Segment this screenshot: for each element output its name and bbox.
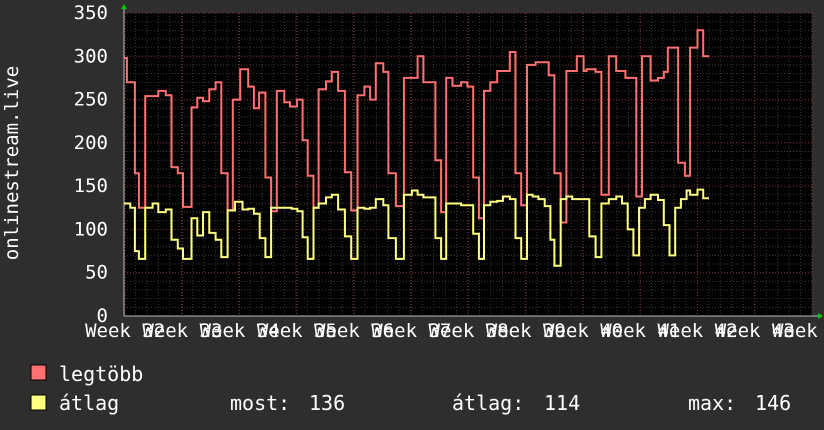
stat-most-label: most: xyxy=(230,391,290,415)
legend-label-atlag: átlag xyxy=(59,391,119,415)
y-tick-label: 200 xyxy=(74,132,108,154)
y-tick-label: 100 xyxy=(74,218,108,240)
stats: most: 136 átlag: 114 max: 146 xyxy=(230,391,791,415)
stream-chart: 050100150200250300350 Week 32Week 33Week… xyxy=(1,2,824,415)
legend-swatch-legtobb xyxy=(30,364,47,381)
y-tick-label: 300 xyxy=(74,45,108,67)
y-tick-label: 50 xyxy=(85,262,108,284)
y-tick-label: 250 xyxy=(74,89,108,111)
x-axis-arrow-icon xyxy=(818,313,823,319)
stat-atlag-label: átlag: xyxy=(452,391,524,415)
y-axis-arrow-icon xyxy=(121,4,127,9)
legend-swatch-atlag xyxy=(30,394,47,411)
stat-max-label: max: xyxy=(688,391,736,415)
stat-max-value: 146 xyxy=(755,391,791,415)
stat-most-value: 136 xyxy=(309,391,345,415)
y-tick-label: 350 xyxy=(74,2,108,24)
y-tick-label: 150 xyxy=(74,175,108,197)
y-axis-label: onlinestream.live xyxy=(1,66,23,260)
legend-label-legtobb: legtöbb xyxy=(59,362,143,386)
x-tick-labels: Week 32Week 33Week 34Week 35Week 36Week … xyxy=(85,320,824,342)
legend: legtöbb átlag xyxy=(30,362,143,415)
y-tick-labels: 050100150200250300350 xyxy=(74,2,108,327)
x-tick-label: Week 44 xyxy=(772,320,824,342)
stat-atlag-value: 114 xyxy=(544,391,580,415)
